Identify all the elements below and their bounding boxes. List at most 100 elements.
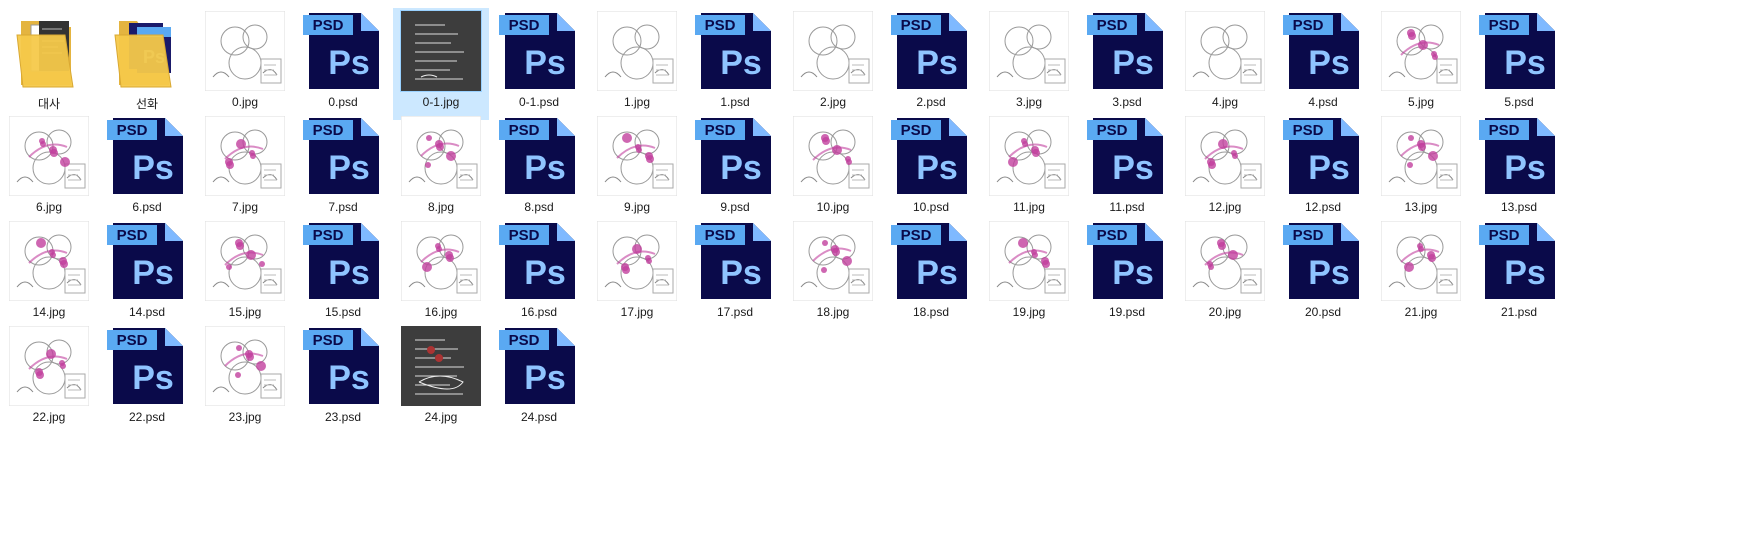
file-item-jpg[interactable]: 18.jpg: [785, 218, 881, 330]
file-item-jpg[interactable]: 15.jpg: [197, 218, 293, 330]
svg-text:Ps: Ps: [524, 149, 566, 187]
image-thumbnail: [401, 116, 481, 196]
file-item-jpg[interactable]: 16.jpg: [393, 218, 489, 330]
file-item-psd[interactable]: PSD Ps 7.psd: [295, 113, 391, 225]
svg-text:PSD: PSD: [313, 122, 344, 139]
svg-text:Ps: Ps: [720, 44, 762, 82]
file-item-psd[interactable]: PSD Ps 12.psd: [1275, 113, 1371, 225]
svg-text:Ps: Ps: [720, 149, 762, 187]
file-item-jpg[interactable]: 21.jpg: [1373, 218, 1469, 330]
svg-text:PSD: PSD: [705, 17, 736, 34]
file-name-label: 15.jpg: [228, 305, 262, 319]
svg-text:PSD: PSD: [509, 332, 540, 349]
file-item-jpg[interactable]: 1.jpg: [589, 8, 685, 120]
svg-text:Ps: Ps: [132, 149, 174, 187]
file-item-jpg[interactable]: 5.jpg: [1373, 8, 1469, 120]
file-item-psd[interactable]: PSD Ps 21.psd: [1471, 218, 1567, 330]
image-thumbnail: [597, 116, 677, 196]
image-thumbnail: [989, 221, 1069, 301]
file-item-jpg[interactable]: 0-1.jpg: [393, 8, 489, 120]
svg-text:Ps: Ps: [1112, 254, 1154, 292]
file-name-label: 선화: [135, 97, 159, 111]
file-item-jpg[interactable]: 10.jpg: [785, 113, 881, 225]
file-item-jpg[interactable]: 8.jpg: [393, 113, 489, 225]
file-item-jpg[interactable]: 4.jpg: [1177, 8, 1273, 120]
file-item-jpg[interactable]: 9.jpg: [589, 113, 685, 225]
svg-text:Ps: Ps: [328, 359, 370, 397]
file-item-psd[interactable]: PSD Ps 9.psd: [687, 113, 783, 225]
file-item-jpg[interactable]: 23.jpg: [197, 323, 293, 435]
file-item-psd[interactable]: PSD Ps 10.psd: [883, 113, 979, 225]
file-item-psd[interactable]: PSD Ps 18.psd: [883, 218, 979, 330]
file-item-jpg[interactable]: 20.jpg: [1177, 218, 1273, 330]
svg-text:PSD: PSD: [313, 17, 344, 34]
psd-file-icon: PSD Ps: [1283, 221, 1363, 301]
file-name-label: 11.psd: [1109, 200, 1145, 214]
file-name-label: 1.jpg: [623, 95, 651, 109]
file-item-jpg[interactable]: 24.jpg: [393, 323, 489, 435]
file-item-psd[interactable]: PSD Ps 16.psd: [491, 218, 587, 330]
file-item-psd[interactable]: PSD Ps 17.psd: [687, 218, 783, 330]
svg-text:Ps: Ps: [132, 359, 174, 397]
file-item-psd[interactable]: PSD Ps 13.psd: [1471, 113, 1567, 225]
file-item-jpg[interactable]: 11.jpg: [981, 113, 1077, 225]
file-item-psd[interactable]: PSD Ps 23.psd: [295, 323, 391, 435]
file-item-psd[interactable]: PSD Ps 5.psd: [1471, 8, 1567, 120]
file-item-jpg[interactable]: 12.jpg: [1177, 113, 1273, 225]
svg-text:PSD: PSD: [901, 17, 932, 34]
file-item-psd[interactable]: PSD Ps 19.psd: [1079, 218, 1175, 330]
image-thumbnail: [597, 221, 677, 301]
file-item-jpg[interactable]: 6.jpg: [1, 113, 97, 225]
file-item-psd[interactable]: PSD Ps 0-1.psd: [491, 8, 587, 120]
psd-file-icon: PSD Ps: [1087, 11, 1167, 91]
svg-text:Ps: Ps: [916, 44, 958, 82]
psd-file-icon: PSD Ps: [499, 326, 579, 406]
file-name-label: 5.psd: [1504, 95, 1534, 109]
file-item-jpg[interactable]: 14.jpg: [1, 218, 97, 330]
file-item-jpg[interactable]: 22.jpg: [1, 323, 97, 435]
file-item-jpg[interactable]: 7.jpg: [197, 113, 293, 225]
file-name-label: 20.psd: [1304, 305, 1342, 319]
file-item-psd[interactable]: PSD Ps 22.psd: [99, 323, 195, 435]
image-thumbnail: [9, 116, 89, 196]
file-name-label: 10.jpg: [816, 200, 850, 214]
file-item-jpg[interactable]: 19.jpg: [981, 218, 1077, 330]
file-item-psd[interactable]: PSD Ps 1.psd: [687, 8, 783, 120]
file-name-label: 16.jpg: [424, 305, 458, 319]
file-item-psd[interactable]: PSD Ps 14.psd: [99, 218, 195, 330]
file-name-label: 0.psd: [328, 95, 358, 109]
svg-text:PSD: PSD: [117, 122, 148, 139]
file-item-psd[interactable]: PSD Ps 24.psd: [491, 323, 587, 435]
file-item-jpg[interactable]: 13.jpg: [1373, 113, 1469, 225]
psd-file-icon: PSD Ps: [499, 11, 579, 91]
image-thumbnail: [401, 221, 481, 301]
file-item-psd[interactable]: PSD Ps 4.psd: [1275, 8, 1371, 120]
file-item-folder[interactable]: 대사: [1, 8, 97, 120]
file-item-folder[interactable]: Ps 선화: [99, 8, 195, 120]
file-item-psd[interactable]: PSD Ps 15.psd: [295, 218, 391, 330]
image-thumbnail: [1381, 221, 1461, 301]
folder-icon: [9, 11, 89, 91]
svg-text:Ps: Ps: [1308, 254, 1350, 292]
file-item-psd[interactable]: PSD Ps 20.psd: [1275, 218, 1371, 330]
file-name-label: 23.psd: [324, 410, 362, 424]
file-item-jpg[interactable]: 3.jpg: [981, 8, 1077, 120]
file-item-psd[interactable]: PSD Ps 3.psd: [1079, 8, 1175, 120]
file-item-jpg[interactable]: 17.jpg: [589, 218, 685, 330]
file-item-psd[interactable]: PSD Ps 8.psd: [491, 113, 587, 225]
svg-text:Ps: Ps: [916, 254, 958, 292]
file-name-label: 22.psd: [128, 410, 166, 424]
file-item-psd[interactable]: PSD Ps 11.psd: [1079, 113, 1175, 225]
svg-text:PSD: PSD: [901, 122, 932, 139]
file-item-psd[interactable]: PSD Ps 0.psd: [295, 8, 391, 120]
file-name-label: 18.jpg: [816, 305, 850, 319]
svg-text:Ps: Ps: [916, 149, 958, 187]
file-name-label: 9.psd: [720, 200, 750, 214]
image-thumbnail: [9, 221, 89, 301]
file-item-psd[interactable]: PSD Ps 2.psd: [883, 8, 979, 120]
file-item-jpg[interactable]: 2.jpg: [785, 8, 881, 120]
file-item-jpg[interactable]: 0.jpg: [197, 8, 293, 120]
file-item-psd[interactable]: PSD Ps 6.psd: [99, 113, 195, 225]
psd-file-icon: PSD Ps: [1479, 11, 1559, 91]
file-name-label: 22.jpg: [32, 410, 66, 424]
